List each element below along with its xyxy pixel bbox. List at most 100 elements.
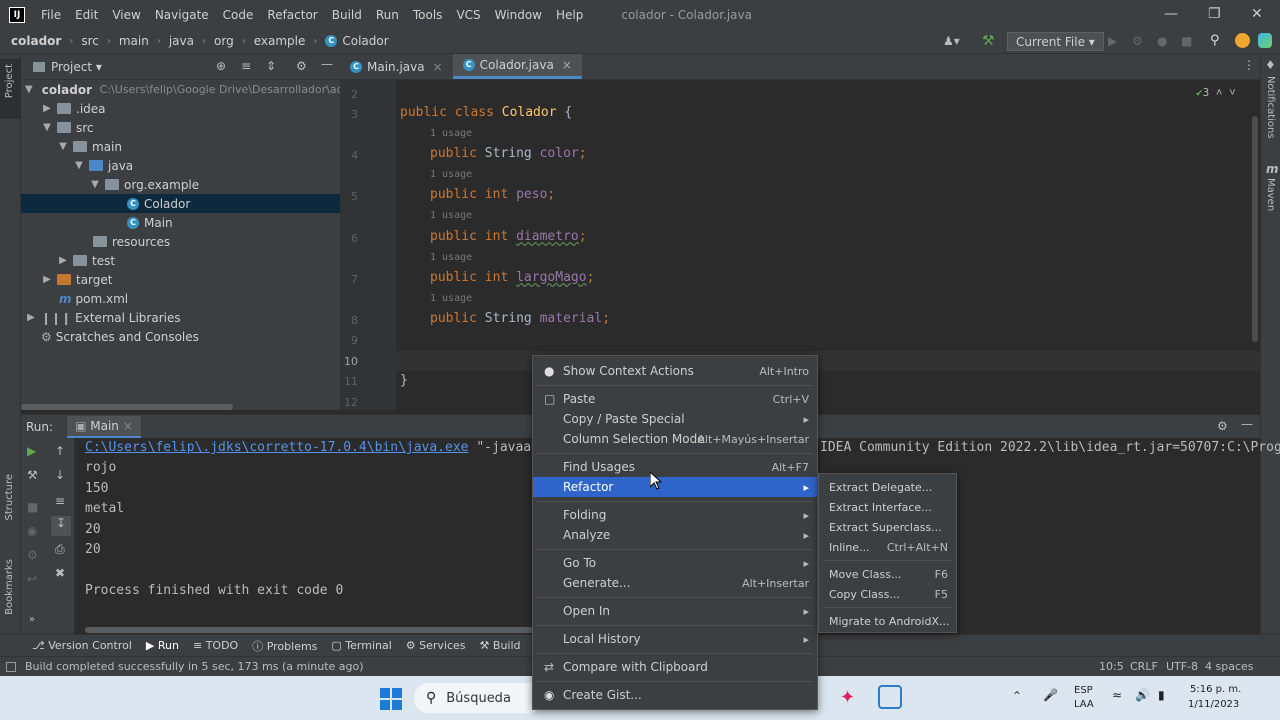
inspection-widget[interactable]: ✔3 ˄ ˅ [1196, 86, 1236, 100]
chevron-up-icon[interactable]: ⌃ [1012, 689, 1022, 703]
submenu-item-extract-delegate[interactable]: Extract Delegate... [819, 477, 956, 497]
chevron-down-icon[interactable]: ▼ [25, 84, 33, 95]
scroll-down-icon[interactable]: ↓ [55, 468, 65, 482]
stop-icon[interactable]: ■ [1181, 34, 1192, 48]
caret-position[interactable]: 10:5 [1099, 660, 1124, 673]
java-exe-link[interactable]: C:\Users\felip\.jdks\corretto-17.0.4\bin… [85, 440, 469, 455]
menu-item-show-context-actions[interactable]: ● Show Context Actions Alt+Intro [533, 361, 817, 381]
menu-item-analyze[interactable]: Analyze ▸ [533, 525, 817, 545]
breadcrumb-main[interactable]: main [119, 34, 149, 48]
tree-item-java[interactable]: ▼ java [21, 156, 340, 175]
menu-item-find-usages[interactable]: Find Usages Alt+F7 [533, 457, 817, 477]
structure-tool-button[interactable]: Structure [4, 474, 15, 521]
breadcrumb-java[interactable]: java [169, 34, 194, 48]
chevron-right-icon[interactable]: ▶ [57, 255, 69, 266]
problems-button[interactable]: ⓘ Problems [252, 638, 317, 654]
status-toggle-icon[interactable] [6, 661, 16, 672]
maximize-icon[interactable]: ❐ [1208, 6, 1221, 22]
user-icon[interactable]: ♟▾ [943, 34, 960, 48]
tree-item-colador-class[interactable]: C Colador [21, 194, 340, 213]
tab-colador-java[interactable]: C Colador.java × [452, 54, 582, 79]
menu-item-open-in[interactable]: Open In ▸ [533, 601, 817, 621]
volume-icon[interactable]: 🔊 [1135, 688, 1150, 702]
chevron-down-icon[interactable]: ▼ [73, 160, 85, 171]
close-icon[interactable]: ✕ [1251, 6, 1263, 22]
camera-icon[interactable]: ◉ [27, 524, 37, 538]
run-icon[interactable]: ▶ [1108, 34, 1117, 48]
hide-icon[interactable]: — [321, 57, 333, 71]
usage-hint[interactable]: 1 usage [430, 169, 472, 180]
soft-wrap-icon[interactable]: ≡ [55, 494, 65, 508]
vertical-scrollbar[interactable] [1252, 116, 1258, 342]
tree-item-main-class[interactable]: C Main [21, 213, 340, 232]
chevron-down-icon[interactable]: ▼ [57, 141, 69, 152]
menu-run[interactable]: Run [376, 8, 399, 22]
battery-icon[interactable]: ▮ [1158, 688, 1165, 702]
search-icon[interactable]: ⚲ [1210, 33, 1220, 48]
run-tool-button[interactable]: ▶ Run [146, 639, 179, 652]
more-tabs-icon[interactable]: ⋮ [1243, 58, 1255, 72]
menu-refactor[interactable]: Refactor [267, 8, 317, 22]
tree-item-external-libraries[interactable]: ▶ ❙❙❙ External Libraries [21, 308, 340, 327]
menu-help[interactable]: Help [556, 8, 583, 22]
chevron-right-icon[interactable]: ▶ [41, 103, 53, 114]
usage-hint[interactable]: 1 usage [430, 210, 472, 221]
clock-date[interactable]: 1/11/2023 [1188, 699, 1239, 710]
notifications-tool-button[interactable]: Notifications [1265, 76, 1276, 139]
maven-icon[interactable]: m [1266, 162, 1279, 176]
debug-icon[interactable]: ⚙ [1132, 34, 1143, 48]
settings-icon[interactable]: ⚙ [27, 548, 38, 562]
bookmarks-tool-button[interactable]: Bookmarks [4, 559, 15, 615]
indent-setting[interactable]: 4 spaces [1205, 660, 1254, 673]
print-icon[interactable]: ⎙ [55, 542, 65, 557]
gear-icon[interactable]: ⚙ [296, 59, 307, 73]
status-message[interactable]: Build completed successfully in 5 sec, 1… [25, 660, 364, 673]
hide-icon[interactable]: — [1241, 417, 1253, 431]
breadcrumb-example[interactable]: example [254, 34, 306, 48]
menu-item-local-history[interactable]: Local History ▸ [533, 629, 817, 649]
expand-all-icon[interactable]: ≡ [241, 59, 251, 73]
tree-item-src[interactable]: ▼ src [21, 118, 340, 137]
menu-build[interactable]: Build [332, 8, 362, 22]
breadcrumb-org[interactable]: org [214, 34, 234, 48]
menu-item-copy-paste-special[interactable]: Copy / Paste Special ▸ [533, 409, 817, 429]
breadcrumb-colador-class[interactable]: Colador [342, 34, 388, 48]
menu-item-compare-clipboard[interactable]: ⇄ Compare with Clipboard [533, 657, 817, 677]
usage-hint[interactable]: 1 usage [430, 252, 472, 263]
submenu-item-extract-superclass[interactable]: Extract Superclass... [819, 517, 956, 537]
submenu-item-move-class[interactable]: Move Class... F6 [819, 564, 956, 584]
project-tool-button[interactable]: Project [4, 64, 15, 98]
input-language[interactable]: ESP [1074, 685, 1093, 696]
locate-icon[interactable]: ⊕ [216, 59, 226, 73]
tree-item-target[interactable]: ▶ target [21, 270, 340, 289]
terminal-button[interactable]: ▢ Terminal [331, 639, 391, 652]
close-tab-icon[interactable]: × [433, 60, 443, 74]
scroll-up-icon[interactable]: ↑ [55, 444, 65, 458]
maven-tool-button[interactable]: Maven [1265, 178, 1276, 211]
menu-view[interactable]: View [112, 8, 140, 22]
horizontal-scrollbar[interactable] [21, 404, 233, 410]
file-encoding[interactable]: UTF-8 [1166, 660, 1198, 673]
version-control-button[interactable]: ⎇ Version Control [32, 639, 132, 652]
wifi-icon[interactable]: ≈ [1112, 688, 1122, 702]
tree-item-idea[interactable]: ▶ .idea [21, 99, 340, 118]
breadcrumb-src[interactable]: src [81, 34, 99, 48]
submenu-item-migrate-androidx[interactable]: Migrate to AndroidX... [819, 611, 956, 631]
todo-button[interactable]: ≡ TODO [193, 639, 238, 652]
menu-item-create-gist[interactable]: ◉ Create Gist... [533, 685, 817, 705]
coverage-icon[interactable]: ● [1157, 34, 1167, 48]
tab-main-java[interactable]: C Main.java × [340, 54, 453, 79]
taskbar-search[interactable]: ⚲ Búsqueda [414, 683, 544, 713]
menu-file[interactable]: File [41, 8, 61, 22]
menu-vcs[interactable]: VCS [456, 8, 480, 22]
close-tab-icon[interactable]: × [123, 419, 133, 433]
chevron-down-icon[interactable]: ▼ [89, 179, 101, 190]
menu-item-column-selection[interactable]: Column Selection Mode Alt+Mayús+Insertar [533, 429, 817, 449]
build-hammer-icon[interactable]: ⚒ [982, 33, 995, 49]
close-tab-icon[interactable]: × [562, 58, 572, 72]
menu-tools[interactable]: Tools [413, 8, 443, 22]
notifications-bell-icon[interactable]: ♦ [1265, 58, 1276, 72]
tree-item-main[interactable]: ▼ main [21, 137, 340, 156]
minimize-icon[interactable]: — [1164, 6, 1178, 22]
tree-item-colador[interactable]: ▼ colador C:\Users\felip\Google Drive\Des… [21, 80, 340, 99]
